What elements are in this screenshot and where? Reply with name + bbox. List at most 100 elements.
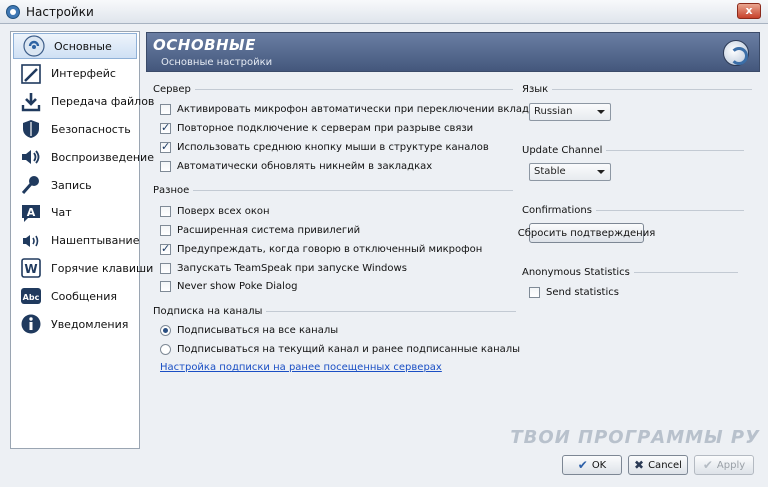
- checkbox-label: Использовать среднюю кнопку мыши в струк…: [177, 142, 489, 153]
- sidebar-item-general[interactable]: Основные: [13, 33, 137, 59]
- checkbox-label: Активировать микрофон автоматически при …: [177, 104, 588, 115]
- sidebar-item-label: Основные: [54, 39, 112, 53]
- checkbox-label: Запускать TeamSpeak при запуске Windows: [177, 263, 407, 274]
- checkbox[interactable]: [160, 140, 171, 153]
- chevron-down-icon: [597, 110, 605, 114]
- svg-text:A: A: [27, 206, 36, 219]
- sidebar-item-file-transfer[interactable]: Передача файлов: [11, 88, 154, 116]
- sidebar-item-label: Горячие клавиши: [51, 261, 154, 275]
- shield-icon: [19, 118, 43, 140]
- check-icon: ✔: [577, 458, 588, 472]
- download-icon: [19, 91, 43, 113]
- sidebar-item-notifications[interactable]: Уведомления: [11, 310, 139, 338]
- group-language: Язык: [522, 84, 753, 95]
- sidebar-item-label: Сообщения: [51, 289, 118, 303]
- sidebar-item-whisper[interactable]: Нашептывание: [11, 227, 139, 255]
- checkbox-row[interactable]: Активировать микрофон автоматически при …: [160, 104, 587, 115]
- group-server: Сервер: [153, 84, 513, 95]
- cancel-label: Cancel: [648, 459, 682, 471]
- x-icon: ✖: [634, 458, 645, 472]
- language-select[interactable]: Russian: [529, 103, 611, 121]
- checkbox[interactable]: [160, 242, 171, 255]
- reset-confirmations-button[interactable]: Сбросить подтверждения: [518, 223, 655, 243]
- group-title: Anonymous Statistics: [522, 267, 630, 278]
- whisper-icon: [19, 230, 43, 252]
- ok-label: OK: [591, 459, 607, 471]
- checkbox-row[interactable]: Повторное подключение к серверам при раз…: [160, 121, 474, 134]
- close-button[interactable]: x: [737, 3, 761, 19]
- sidebar-item-chat[interactable]: A Чат: [11, 199, 139, 227]
- sidebar-item-security[interactable]: Безопасность: [11, 116, 139, 144]
- pen-icon: [19, 63, 43, 85]
- checkbox[interactable]: [160, 104, 171, 115]
- checkbox-row[interactable]: Запускать TeamSpeak при запуске Windows: [160, 263, 407, 274]
- language-select-value: Russian: [534, 106, 573, 117]
- teamspeak-app-icon: [6, 5, 20, 19]
- update-channel-select-value: Stable: [534, 166, 566, 177]
- radio-row[interactable]: Подписываться на текущий канал и ранее п…: [160, 344, 520, 355]
- check-icon: ✔: [702, 458, 713, 472]
- apply-label: Apply: [716, 459, 746, 471]
- abc-icon: Abc: [19, 285, 43, 307]
- sidebar-item-playback[interactable]: Воспроизведение: [11, 143, 154, 171]
- checkbox-label: Повторное подключение к серверам при раз…: [177, 123, 474, 134]
- checkbox[interactable]: [529, 287, 540, 298]
- checkbox[interactable]: [160, 281, 171, 292]
- page-subtitle: Основные настройки: [161, 57, 273, 68]
- title-bar: Настройки x: [0, 0, 768, 24]
- apply-button[interactable]: ✔ Apply: [694, 455, 754, 475]
- sidebar-item-label: Передача файлов: [51, 95, 155, 109]
- sidebar-item-interface[interactable]: Интерфейс: [11, 60, 139, 88]
- checkbox-row[interactable]: Never show Poke Dialog: [160, 281, 297, 292]
- group-title: Язык: [522, 84, 549, 95]
- group-misc: Разное: [153, 185, 514, 196]
- radio-button[interactable]: [160, 325, 171, 336]
- checkbox[interactable]: [160, 263, 171, 274]
- teamspeak-icon: [22, 35, 46, 57]
- sidebar-item-hotkeys[interactable]: W Горячие клавиши: [11, 255, 153, 283]
- checkbox[interactable]: [160, 161, 171, 172]
- sidebar-item-label: Чат: [51, 206, 72, 220]
- checkbox-row[interactable]: Автоматически обновлять никнейм в заклад…: [160, 161, 432, 172]
- checkbox-row[interactable]: Расширенная система привилегий: [160, 225, 360, 236]
- checkbox[interactable]: [160, 121, 171, 134]
- radio-row[interactable]: Подписываться на все каналы: [160, 325, 338, 336]
- checkbox-row[interactable]: Send statistics: [529, 287, 619, 298]
- radio-button[interactable]: [160, 344, 171, 355]
- sidebar-item-label: Интерфейс: [51, 67, 116, 81]
- page-title: ОСНОВНЫЕ: [153, 36, 256, 54]
- sidebar: Основные Интерфейс Передача файлов Безоп…: [10, 31, 154, 449]
- checkbox-row[interactable]: Использовать среднюю кнопку мыши в струк…: [160, 140, 489, 153]
- checkbox-row[interactable]: Поверх всех окон: [160, 206, 270, 217]
- update-channel-select[interactable]: Stable: [529, 163, 611, 181]
- checkbox[interactable]: [160, 225, 171, 236]
- checkbox-label: Предупреждать, когда говорю в отключенны…: [177, 244, 483, 255]
- checkbox-label: Never show Poke Dialog: [177, 281, 298, 292]
- group-update-channel: Update Channel: [522, 145, 745, 156]
- chat-a-icon: A: [19, 202, 43, 224]
- group-confirmations: Confirmations: [522, 205, 744, 216]
- chevron-down-icon: [597, 170, 605, 174]
- svg-text:Abc: Abc: [23, 293, 40, 302]
- svg-text:W: W: [24, 262, 37, 276]
- window-title: Настройки: [26, 5, 94, 19]
- group-title: Подписка на каналы: [153, 306, 263, 317]
- sidebar-item-messages[interactable]: Abc Сообщения: [11, 282, 139, 310]
- sidebar-item-capture[interactable]: Запись: [11, 171, 139, 199]
- group-subscribe: Подписка на каналы: [153, 306, 517, 317]
- cancel-button[interactable]: ✖ Cancel: [628, 455, 688, 475]
- checkbox-label: Поверх всех окон: [177, 206, 270, 217]
- sidebar-item-label: Безопасность: [51, 122, 131, 136]
- group-title: Confirmations: [522, 205, 592, 216]
- checkbox-row[interactable]: Предупреждать, когда говорю в отключенны…: [160, 242, 483, 255]
- reset-confirmations-label: Сбросить подтверждения: [517, 227, 656, 239]
- group-title: Update Channel: [522, 145, 603, 156]
- subscription-settings-link[interactable]: Настройка подписки на ранее посещенных с…: [160, 362, 442, 373]
- speaker-icon: [19, 146, 43, 168]
- teamspeak-logo-icon: [723, 40, 749, 66]
- ok-button[interactable]: ✔ OK: [562, 455, 622, 475]
- hotkey-w-icon: W: [19, 257, 43, 279]
- checkbox[interactable]: [160, 206, 171, 217]
- settings-window: Основные Интерфейс Передача файлов Безоп…: [0, 24, 768, 487]
- page-header: ОСНОВНЫЕ Основные настройки: [146, 32, 760, 72]
